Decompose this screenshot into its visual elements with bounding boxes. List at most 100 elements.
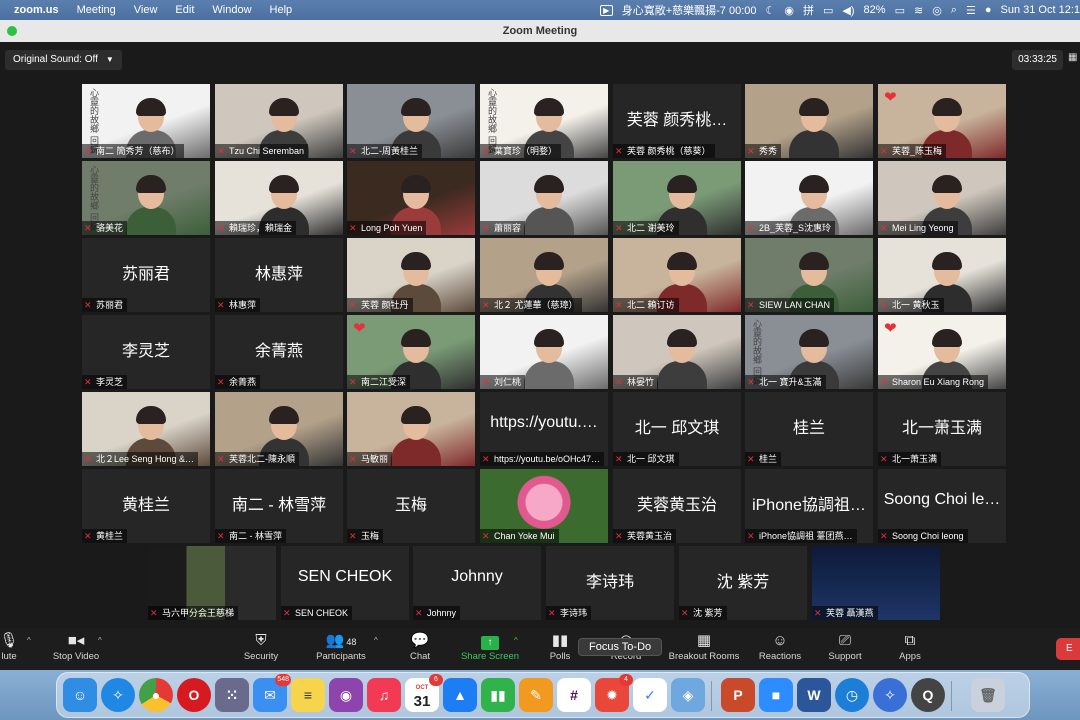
numbers-icon[interactable]: ▮▮ [481,678,515,712]
participant-tile[interactable]: 苏丽君 ✕ 苏丽君 [82,238,210,312]
elephant-app-icon[interactable]: ◈ [671,678,705,712]
menu-help[interactable]: Help [261,4,302,16]
participant-tile[interactable]: 心靈的故鄉 回歸 ✕ 北一 寶升&玉滿 [745,315,873,389]
participant-tile[interactable]: ✕ 北二 賴订访 [613,238,741,312]
participant-tile[interactable]: 李诗玮 ✕ 李诗玮 [546,546,674,620]
menu-app-zoom[interactable]: zoom.us [0,4,68,16]
menu-edit[interactable]: Edit [166,4,203,16]
menu-clock[interactable]: Sun 31 Oct 12:1 [1001,4,1080,16]
participant-tile[interactable]: iPhone協調祖… ✕ iPhone協調祖 薹团燕… [745,469,873,543]
menu-meeting[interactable]: Meeting [68,4,125,16]
participant-tile[interactable]: 南二 - 林雪萍 ✕ 南二 - 林雪萍 [215,469,343,543]
participant-tile[interactable]: ✕ 2B_芙蓉_S沈惠玲 [745,161,873,235]
user-icon[interactable]: ◎ [932,4,942,17]
participant-tile[interactable]: ✕ 芙蓉 聶漢燕 [812,546,940,620]
meeting-status-text[interactable]: 身心寬敞+慈樂飄揚-7 00:00 [622,2,757,18]
tasks-check-icon[interactable]: ✓ [633,678,667,712]
launchpad-icon[interactable]: ⁙ [215,678,249,712]
safari-alt-icon[interactable]: ✧ [873,678,907,712]
participant-tile[interactable]: ✕ Tzu Chi Seremban [215,84,343,158]
participant-tile[interactable]: Johnny ✕ Johnny [413,546,541,620]
participant-tile[interactable]: 桂兰 ✕ 桂兰 [745,392,873,466]
finder-icon[interactable]: ☺ [63,678,97,712]
clock-icon[interactable]: ◷ [835,678,869,712]
spotlight-search-icon[interactable]: ⌕ [951,4,957,17]
control-center-icon[interactable]: ☰ [966,4,976,17]
participant-tile[interactable]: ✕ 北２Lee Seng Hong &… [82,392,210,466]
participant-tile[interactable]: https://youtu.… ✕ https://youtu.be/oOHc47… [480,392,608,466]
opera-icon[interactable]: O [177,678,211,712]
zoom-status-icon[interactable]: ▶ [599,4,613,16]
focus-todo-icon[interactable]: ✹ 4 [595,674,633,712]
window-maximize-button[interactable] [7,26,17,36]
reactions-button[interactable]: ☺ Reactions [756,631,804,662]
input-method-icon[interactable]: 拼 [803,2,814,18]
mute-button[interactable]: 🎙 lute [0,631,24,662]
music-icon[interactable]: ♫ [367,678,401,712]
participant-tile[interactable]: ✕ 林晏竹 [613,315,741,389]
participant-tile[interactable]: ✕ 北一 黄秋玉 [878,238,1006,312]
mute-options-chevron-icon[interactable]: ^ [27,636,31,645]
slack-icon[interactable]: # [557,678,591,712]
participant-tile[interactable]: Soong Choi le… ✕ Soong Choi leong [878,469,1006,543]
menu-view[interactable]: View [125,4,167,16]
stop-video-button[interactable]: ■◂ Stop Video [48,631,104,662]
end-meeting-button[interactable]: E [1056,638,1080,660]
participant-tile[interactable]: 芙蓉黄玉治 ✕ 芙蓉黄玉治 [613,469,741,543]
video-options-chevron-icon[interactable]: ^ [98,636,102,645]
breakout-rooms-button[interactable]: ▦ Breakout Rooms [666,631,742,662]
grid-view-icon[interactable]: ▦ [1068,52,1078,66]
participant-tile[interactable]: ✕ SIEW LAN CHAN [745,238,873,312]
trash-icon[interactable]: 🗑 [971,678,1005,712]
participant-tile[interactable]: ❤ ✕ Sharon Eu Xiang Rong [878,315,1006,389]
safari-icon[interactable]: ✧ [101,678,135,712]
participant-tile[interactable]: 林惠萍 ✕ 林惠萍 [215,238,343,312]
participant-tile[interactable]: 李灵芝 ✕ 李灵芝 [82,315,210,389]
participant-tile[interactable]: ✕ 蕭丽容 [480,161,608,235]
participants-chevron-icon[interactable]: ^ [374,636,378,645]
participant-tile[interactable]: 北一萧玉满 ✕ 北一萧玉满 [878,392,1006,466]
security-button[interactable]: ⛨ Security [240,631,282,662]
support-button[interactable]: ⎚ Support [824,631,866,662]
share-screen-button[interactable]: ↑ Share Screen [458,631,522,662]
powerpoint-icon[interactable]: P [721,678,755,712]
volume-icon[interactable]: ◀) [842,4,854,17]
participant-tile[interactable]: 沈 紫芳 ✕ 沈 紫芳 [679,546,807,620]
participant-tile[interactable]: 心靈的故鄉 回歸 ✕ 南二 簡秀芳（慈布） [82,84,210,158]
chat-button[interactable]: 💬 Chat [405,631,435,662]
participant-tile[interactable]: 余菁燕 ✕ 余菁燕 [215,315,343,389]
participant-tile[interactable]: ✕ 北二-周黃桂兰 [347,84,475,158]
chrome-icon[interactable]: ● [139,678,173,712]
participant-tile[interactable]: 黄桂兰 ✕ 黄桂兰 [82,469,210,543]
original-sound-button[interactable]: Original Sound: Off ▼ [5,50,122,70]
siri-icon[interactable]: ● [985,4,992,16]
participant-tile[interactable]: ✕ 刘仁桃 [480,315,608,389]
podcasts-icon[interactable]: ◉ [329,678,363,712]
participant-tile[interactable]: ✕ Long Poh Yuen [347,161,475,235]
participant-tile[interactable]: ✕ 马敏丽 [347,392,475,466]
display-icon[interactable]: ▭ [823,4,833,17]
participant-tile[interactable]: 芙蓉 颜秀桃… ✕ 芙蓉 颜秀桃（慈葵） [613,84,741,158]
participants-button[interactable]: 👥 48 Participants [312,631,370,662]
play-icon[interactable]: ◉ [784,4,794,17]
calendar-icon[interactable]: OCT 31 6 [405,674,443,712]
participant-tile[interactable]: 北一 邱文琪 ✕ 北一 邱文琪 [613,392,741,466]
wifi-icon[interactable]: ≋ [914,4,923,17]
word-icon[interactable]: W [797,678,831,712]
participant-tile[interactable]: ❤ ✕ 芙蓉_陈玉梅 [878,84,1006,158]
menu-window[interactable]: Window [203,4,260,16]
moon-icon[interactable]: ☾ [766,4,776,17]
polls-button[interactable]: ▮▮ Polls [545,631,575,662]
participant-tile[interactable]: ❤ ✕ 南二江受深 [347,315,475,389]
pages-icon[interactable]: ✎ [519,678,553,712]
battery-icon[interactable]: ▭ [895,4,905,17]
notes-icon[interactable]: ≡ [291,678,325,712]
participant-tile[interactable]: ✕ 賴瑞珍，賴瑞金 [215,161,343,235]
participant-tile[interactable]: ✕ Chan Yoke Mui [480,469,608,543]
zoom-icon[interactable]: ■ [759,678,793,712]
participant-tile[interactable]: 玉梅 ✕ 玉梅 [347,469,475,543]
participant-tile[interactable]: 心靈的故鄉 回歸 ✕ 葉寶珍（明婺） [480,84,608,158]
participant-tile[interactable]: 心靈的故鄉 回歸 ✕ 骆美花 [82,161,210,235]
participant-tile[interactable]: ✕ 北２ 尤蓮華（慈璋） [480,238,608,312]
participant-tile[interactable]: ✕ 秀秀 [745,84,873,158]
